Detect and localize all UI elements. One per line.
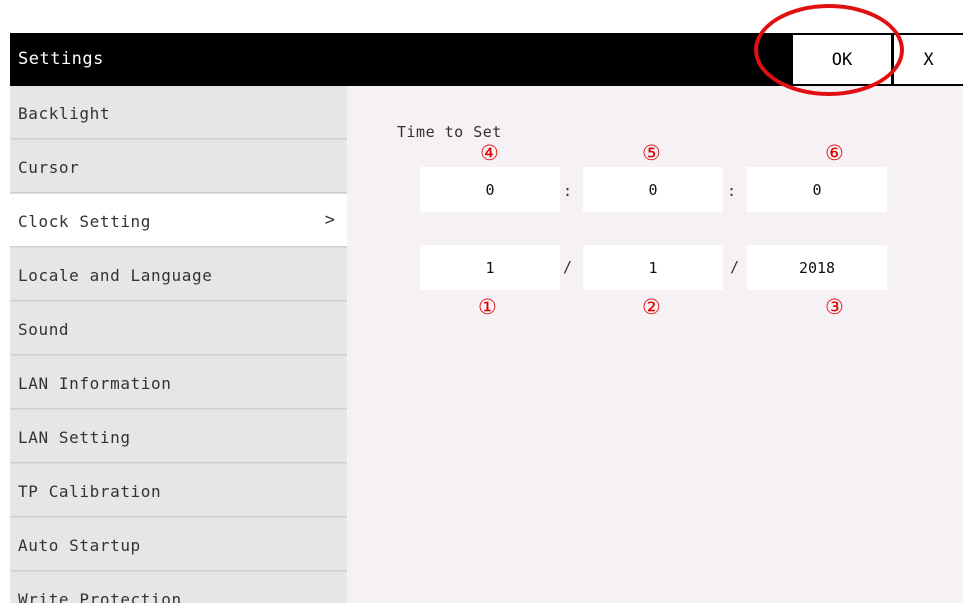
sidebar-item-label: Sound: [18, 320, 70, 339]
sidebar-item-label: TP Calibration: [18, 482, 162, 501]
sidebar-item-label: Cursor: [18, 158, 80, 177]
sidebar-item-label: LAN Information: [18, 374, 172, 393]
time-separator: :: [727, 182, 737, 200]
sidebar-item-label: Clock Setting: [18, 212, 152, 231]
sidebar-item-auto-startup[interactable]: Auto Startup: [10, 518, 347, 571]
sidebar-item-label: Auto Startup: [18, 536, 141, 555]
sidebar-item-locale-and-language[interactable]: Locale and Language: [10, 248, 347, 301]
marker-1: ①: [478, 295, 497, 319]
sidebar-item-lan-information[interactable]: LAN Information: [10, 356, 347, 409]
year-field[interactable]: 2018: [747, 245, 887, 290]
sidebar-item-backlight[interactable]: Backlight: [10, 86, 347, 139]
sidebar-item-tp-calibration[interactable]: TP Calibration: [10, 464, 347, 517]
sidebar-item-sound[interactable]: Sound: [10, 302, 347, 355]
date-separator: /: [730, 258, 740, 276]
title-bar: Settings OK X: [10, 33, 963, 86]
month-field[interactable]: 1: [420, 245, 560, 290]
settings-sidebar: Backlight Cursor Clock Setting > Locale …: [10, 86, 347, 603]
ok-button[interactable]: OK: [793, 35, 891, 84]
marker-5: ⑤: [642, 141, 661, 165]
marker-6: ⑥: [825, 141, 844, 165]
hour-field[interactable]: 0: [420, 167, 560, 212]
sidebar-item-cursor[interactable]: Cursor: [10, 140, 347, 193]
sidebar-item-lan-setting[interactable]: LAN Setting: [10, 410, 347, 463]
date-separator: /: [563, 258, 573, 276]
sidebar-item-label: Backlight: [18, 104, 111, 123]
close-button[interactable]: X: [894, 35, 963, 84]
marker-2: ②: [642, 295, 661, 319]
sidebar-item-label: Write Protection: [18, 590, 182, 603]
second-field[interactable]: 0: [747, 167, 887, 212]
settings-screen: Settings OK X Backlight Cursor Clock Set…: [10, 33, 963, 603]
marker-4: ④: [480, 141, 499, 165]
day-field[interactable]: 1: [583, 245, 723, 290]
chevron-right-icon: >: [324, 210, 335, 230]
sidebar-item-clock-setting[interactable]: Clock Setting >: [10, 194, 347, 247]
marker-3: ③: [825, 295, 844, 319]
sidebar-item-label: LAN Setting: [18, 428, 131, 447]
minute-field[interactable]: 0: [583, 167, 723, 212]
time-separator: :: [563, 182, 573, 200]
sidebar-item-write-protection[interactable]: Write Protection: [10, 572, 347, 603]
sidebar-item-label: Locale and Language: [18, 266, 213, 285]
window-title: Settings: [18, 49, 104, 69]
time-to-set-label: Time to Set: [397, 123, 502, 141]
